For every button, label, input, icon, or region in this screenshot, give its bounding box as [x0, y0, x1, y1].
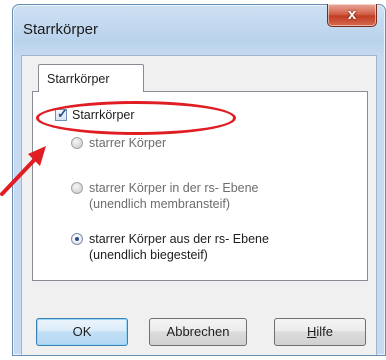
radio-sublabel: (unendlich biegesteif) [89, 248, 208, 262]
dialog-client-area: Starrkörper ✓ Starrkörper starrer Körper… [21, 55, 377, 355]
radio-rs-ebene-biegesteif[interactable]: starrer Körper aus der rs- Ebene (unendl… [71, 231, 269, 263]
close-icon: x [347, 6, 357, 23]
help-label: ilfe [316, 324, 333, 339]
title-bar[interactable]: Starrkörper x [13, 4, 385, 55]
radio-dot-icon [75, 237, 79, 241]
radio-label: starrer Körper [89, 136, 167, 150]
radio-label: starrer Körper in der rs- Ebene [89, 181, 259, 195]
radio-rs-ebene-membransteif[interactable]: starrer Körper in der rs- Ebene (unendli… [71, 180, 259, 212]
help-hotkey: H [306, 324, 317, 339]
tab-starrkoerper[interactable]: Starrkörper [38, 64, 144, 92]
radio-button-selected[interactable] [71, 233, 83, 245]
radio-button[interactable] [71, 182, 83, 194]
tab-label: Starrkörper [47, 72, 110, 86]
annotation-ellipse [36, 101, 236, 135]
window-title: Starrkörper [23, 21, 99, 38]
radio-label: starrer Körper aus der rs- Ebene [89, 232, 269, 246]
radio-button[interactable] [71, 137, 83, 149]
starrkoerper-dialog: Starrkörper x Starrkörper ✓ Starrkörper … [12, 4, 386, 356]
annotation-arrow-icon [0, 146, 46, 196]
close-button[interactable]: x [327, 4, 377, 27]
radio-sublabel: (unendlich membransteif) [89, 197, 231, 211]
ok-button[interactable]: OK [36, 318, 128, 346]
radio-starrer-koerper[interactable]: starrer Körper [71, 135, 166, 151]
cancel-button[interactable]: Abbrechen [149, 318, 247, 346]
help-button[interactable]: Hilfe [274, 318, 366, 346]
